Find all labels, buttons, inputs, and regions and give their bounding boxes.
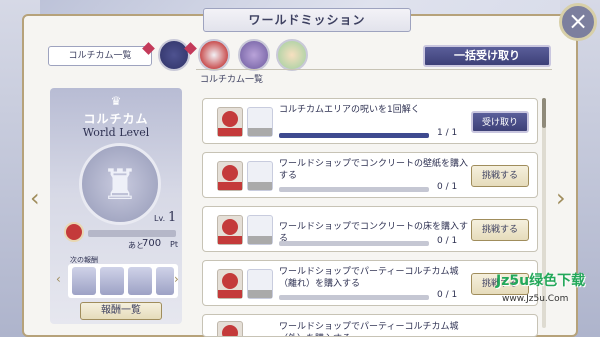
reward-icon (247, 107, 273, 137)
world-level-card: ♛ コルチカム World Level ♜ Lv. 1 あと 700 Pt 次の… (50, 88, 182, 324)
level-progress-bar (88, 230, 176, 237)
challenge-button[interactable]: 挑戦する (471, 219, 529, 241)
area-name: コルチカム (83, 112, 149, 126)
list-label: コルチカム一覧 (200, 75, 264, 85)
level-badge-icon (64, 222, 84, 242)
reward-icon (217, 215, 243, 245)
mission-row: ワールドショップでコンクリートの壁紙を購入する 0 / 1 挑戦する (202, 152, 538, 198)
watermark-sub: www.Jz5u.Com (502, 294, 569, 304)
page-title: ワールドミッション (203, 8, 411, 32)
mission-progress-bar (279, 295, 429, 300)
mission-row: ワールドショップでパーティーコルチカム城（離れ）を購入する 0 / 1 挑戦する (202, 260, 538, 306)
mission-progress-bar (279, 187, 429, 192)
reward-icon (217, 321, 243, 336)
chevron-right-icon[interactable]: › (556, 186, 566, 210)
mission-progress-count: 0 / 1 (437, 290, 458, 300)
mission-row: コルチカムエリアの呪いを1回解く 1 / 1 受け取り (202, 98, 538, 144)
reward-icon (247, 215, 273, 245)
mission-text: ワールドショップでパーティーコルチカム城（離れ）を購入する (279, 267, 459, 289)
castle-icon: ♜ (101, 160, 139, 209)
mission-progress-count: 0 / 1 (437, 182, 458, 192)
reward-icon (247, 161, 273, 191)
reward-list-button[interactable]: 報酬一覧 (80, 302, 162, 320)
area-icon-crimson[interactable] (198, 39, 230, 71)
points-unit: Pt (170, 240, 178, 249)
mission-text: コルチカムエリアの呪いを1回解く (279, 105, 420, 115)
area-icon-character-purple[interactable] (238, 39, 270, 71)
reward-icon (247, 269, 273, 299)
mission-row: ワールドショップでパーティーコルチカム城（外）を購入する (202, 314, 538, 337)
watermark-main: Jz5u绿色下载 (496, 273, 586, 289)
chevron-left-icon[interactable]: ‹ (30, 186, 40, 210)
reward-icon (217, 107, 243, 137)
mission-progress-count: 0 / 1 (437, 236, 458, 246)
chevron-right-icon[interactable]: › (174, 272, 179, 286)
mission-row: ワールドショップでコンクリートの床を購入する 0 / 1 挑戦する (202, 206, 538, 252)
level-value: 1 (168, 210, 177, 225)
mission-progress-bar (279, 241, 429, 246)
reward-item[interactable] (128, 267, 152, 295)
reward-item[interactable] (156, 267, 174, 295)
claim-all-button[interactable]: 一括受け取り (423, 45, 551, 67)
mission-text: ワールドショップでコンクリートの壁紙を購入する (279, 159, 469, 181)
crown-icon: ♛ (110, 94, 122, 108)
mission-progress-count: 1 / 1 (437, 128, 458, 138)
next-reward-box (68, 264, 178, 298)
divider (196, 69, 552, 70)
level-prefix: Lv. (154, 214, 166, 223)
reward-icon (217, 269, 243, 299)
world-level-label: World Level (82, 126, 150, 139)
claim-button[interactable]: 受け取り (471, 111, 529, 133)
chevron-left-icon[interactable]: ‹ (56, 272, 61, 286)
close-icon: × (567, 7, 589, 35)
section-chip[interactable]: コルチカム一覧 (48, 46, 152, 66)
mission-text: ワールドショップでパーティーコルチカム城（外）を購入する (279, 322, 459, 336)
points-value: 700 (142, 238, 162, 249)
close-button[interactable]: × (559, 3, 597, 41)
challenge-button[interactable]: 挑戦する (471, 165, 529, 187)
watermark: Jz5u绿色下载 www.Jz5u.Com (496, 270, 600, 337)
reward-item[interactable] (100, 267, 124, 295)
castle-medal: ♜ (79, 143, 161, 225)
area-icon-character-green[interactable] (276, 39, 308, 71)
scroll-thumb[interactable] (542, 98, 546, 128)
mission-progress-bar (279, 133, 429, 138)
reward-icon (217, 161, 243, 191)
reward-item[interactable] (72, 267, 96, 295)
area-icon-colchicum[interactable] (158, 39, 190, 71)
